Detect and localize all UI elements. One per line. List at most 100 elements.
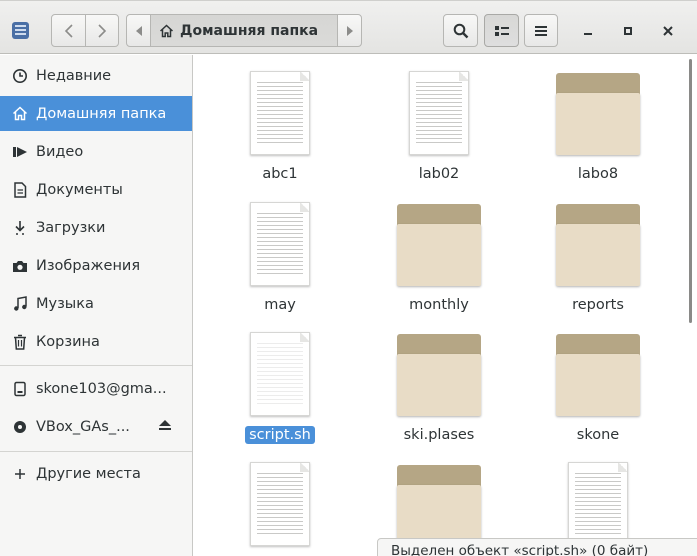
history-nav-group [51,14,119,47]
folder-icon [556,334,640,416]
sidebar-item-other-locations[interactable]: Другие места [0,456,192,491]
menu-icon [535,25,547,36]
sidebar-item-label: Видео [36,143,84,160]
trash-icon [12,334,28,350]
sidebar-item-label: Музыка [36,295,94,312]
search-icon [453,23,468,38]
file-item[interactable]: reports [528,204,668,314]
maximize-button[interactable] [618,21,638,41]
sidebar-item-recent[interactable]: Недавние [0,58,192,93]
sidebar-item-vbox-disc[interactable]: VBox_GAs_... [0,409,192,444]
file-name: abc1 [262,166,298,182]
view-toggle-button[interactable] [484,14,519,47]
sidebar-item-label: Документы [36,181,123,198]
file-item[interactable]: abc1 [210,71,350,183]
folder-icon [397,204,481,286]
home-icon [159,23,174,37]
path-scroll-left-button[interactable] [127,15,150,46]
minimize-button[interactable] [578,21,598,41]
sidebar-item-documents[interactable]: Документы [0,172,192,207]
network-drive-icon [12,381,28,397]
clock-icon [12,68,28,84]
document-icon [12,181,28,198]
file-item[interactable] [210,462,350,546]
file-grid: abc1 lab02 labo8 may monthly reports scr… [194,55,697,556]
sidebar-separator [0,365,192,366]
file-item[interactable]: lab02 [369,71,509,183]
path-bar: Домашняя папка [126,14,362,47]
forward-button[interactable] [85,15,118,46]
back-button[interactable] [52,15,85,46]
text-file-icon [568,462,628,546]
breadcrumb-home[interactable]: Домашняя папка [150,15,338,46]
text-file-icon [250,462,310,546]
sidebar-item-label: Другие места [36,465,141,482]
sidebar-item-downloads[interactable]: Загрузки [0,210,192,245]
close-icon [663,26,673,36]
status-bar: Выделен объект «script.sh» (0 байт) [377,538,697,556]
minimize-icon [584,33,592,35]
download-icon [12,220,28,236]
text-file-icon [250,71,310,155]
video-icon [12,144,28,160]
file-item[interactable] [369,465,509,547]
breadcrumb-label: Домашняя папка [180,22,319,39]
file-item[interactable]: ski.plases [369,334,509,444]
sidebar-item-trash[interactable]: Корзина [0,324,192,359]
file-name: monthly [409,297,469,313]
file-name: ski.plases [403,427,475,443]
sidebar-item-label: Загрузки [36,219,106,236]
sidebar-item-home[interactable]: Домашняя папка [0,96,192,131]
home-icon [12,106,28,122]
folder-icon [397,465,481,547]
sidebar-item-videos[interactable]: Видео [0,134,192,169]
sidebar-item-network-drive[interactable]: skone103@gma... [0,371,192,406]
sidebar-item-label: Корзина [36,333,100,350]
sidebar-item-label: skone103@gma... [36,380,167,397]
folder-icon [397,334,481,416]
camera-icon [12,258,28,274]
eject-icon[interactable] [158,419,172,435]
sidebar-item-pictures[interactable]: Изображения [0,248,192,283]
main-menu-button[interactable] [524,14,558,47]
music-icon [12,295,28,312]
triangle-right-icon [346,25,353,36]
maximize-icon [624,27,632,35]
file-item[interactable]: monthly [369,204,509,314]
text-file-icon [250,202,310,286]
plus-icon [12,466,28,482]
list-view-icon [494,25,509,36]
script-file-icon [250,332,310,416]
file-item-selected[interactable]: script.sh [210,332,350,444]
file-name: skone [576,427,620,443]
sidebar-item-label: Домашняя папка [36,105,167,122]
file-item[interactable]: skone [528,334,668,444]
file-item[interactable]: labo8 [528,73,668,183]
go-back-icon [64,23,73,38]
file-name: script.sh [245,426,315,444]
file-name: may [264,297,296,313]
close-button[interactable] [658,21,678,41]
triangle-left-icon [135,25,142,36]
file-item[interactable] [528,462,668,546]
search-button[interactable] [443,14,478,47]
path-scroll-right-button[interactable] [338,15,361,46]
sidebar: Недавние Домашняя папка Видео Документы … [0,55,193,556]
header-bar: Домашняя папка [0,0,697,54]
sidebar-item-label: Изображения [36,257,141,274]
folder-icon [556,204,640,286]
go-forward-icon [98,23,107,38]
sidebar-item-label: Недавние [36,67,112,84]
sidebar-item-label: VBox_GAs_... [36,418,130,435]
sidebar-item-music[interactable]: Музыка [0,286,192,321]
file-name: reports [572,297,624,313]
file-name: labo8 [577,166,619,182]
file-manager-app-icon [12,22,29,39]
disc-icon [12,419,28,435]
text-file-icon [409,71,469,155]
vertical-scrollbar[interactable] [689,59,692,323]
file-item[interactable]: may [210,202,350,314]
file-name: lab02 [418,166,460,182]
sidebar-separator [0,451,192,452]
folder-icon [556,73,640,155]
